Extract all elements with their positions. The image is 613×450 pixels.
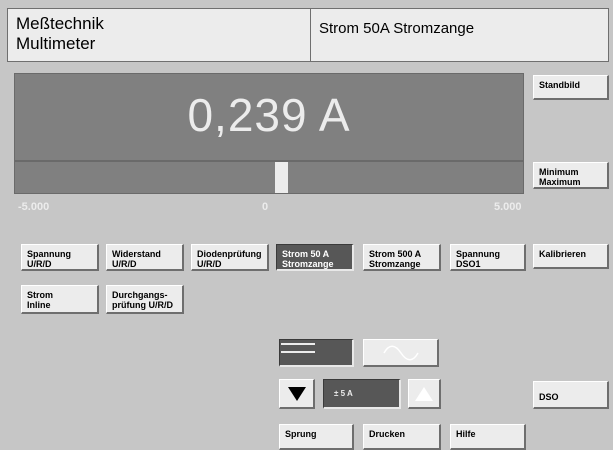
triangle-up-icon: [415, 386, 433, 401]
mode-strom-500a-button[interactable]: Strom 500 A Stromzange: [363, 244, 441, 271]
bar-graph-indicator: [275, 162, 288, 193]
mode-label-2: DSO1: [456, 259, 481, 269]
minmax-label-1: Minimum: [539, 167, 579, 177]
bar-graph: [14, 161, 524, 194]
minmax-label-2: Maximum: [539, 177, 581, 187]
sprung-label: Sprung: [285, 429, 317, 439]
dso-button[interactable]: DSO: [533, 381, 609, 409]
dso-label: DSO: [539, 392, 559, 402]
app-title: Meßtechnik Multimeter: [7, 8, 311, 62]
standbild-label: Standbild: [539, 80, 580, 90]
mode-label-1: Spannung: [456, 249, 500, 259]
mode-label-1: Spannung: [27, 249, 71, 259]
range-value: ± 5 A: [334, 389, 353, 398]
mode-label-2: U/R/D: [27, 259, 52, 269]
mode-diodenpruefung-button[interactable]: Diodenprüfung U/R/D: [191, 244, 269, 271]
app-title-line2: Multimeter: [16, 34, 96, 53]
mode-strom-inline-button[interactable]: Strom Inline: [21, 285, 99, 314]
minimum-maximum-button[interactable]: Minimum Maximum: [533, 162, 609, 189]
mode-label-2: Inline: [27, 300, 51, 310]
mode-label-1: Widerstand: [112, 249, 161, 259]
app-title-line1: Meßtechnik: [16, 14, 104, 33]
standbild-button[interactable]: Standbild: [533, 75, 609, 100]
scale-zero-label: 0: [262, 201, 269, 213]
mode-label-2: Stromzange: [369, 259, 421, 269]
range-up-button[interactable]: [408, 379, 441, 409]
sprung-button[interactable]: Sprung: [279, 424, 354, 450]
drucken-label: Drucken: [369, 429, 406, 439]
scale-max-label: 5.000: [494, 201, 522, 213]
measurement-reading: 0,239 A: [187, 89, 351, 141]
mode-widerstand-button[interactable]: Widerstand U/R/D: [106, 244, 184, 271]
kalibrieren-label: Kalibrieren: [539, 249, 587, 259]
mode-label-1: Strom 500 A: [369, 249, 422, 259]
mode-label-1: Durchgangs-: [112, 290, 168, 300]
mode-spannung-urd-button[interactable]: Spannung U/R/D: [21, 244, 99, 271]
mode-label-1: Diodenprüfung: [197, 249, 262, 259]
sine-wave-icon: [382, 345, 419, 360]
hilfe-button[interactable]: Hilfe: [450, 424, 526, 450]
range-down-button[interactable]: [279, 379, 315, 409]
mode-label-2: U/R/D: [112, 259, 137, 269]
mode-label-2: U/R/D: [197, 259, 222, 269]
triangle-down-icon: [287, 386, 306, 401]
dc-lines-icon: [281, 343, 315, 353]
hilfe-label: Hilfe: [456, 429, 476, 439]
mode-spannung-dso1-button[interactable]: Spannung DSO1: [450, 244, 526, 271]
mode-label-1: Strom 50 A: [282, 249, 330, 259]
mode-strom-50a-button[interactable]: Strom 50 A Stromzange: [276, 244, 354, 271]
mode-title: Strom 50A Stromzange: [311, 8, 609, 62]
ac-button[interactable]: [363, 339, 439, 367]
mode-label-2: Stromzange: [282, 259, 334, 269]
drucken-button[interactable]: Drucken: [363, 424, 441, 450]
range-display: ± 5 A: [323, 379, 401, 409]
kalibrieren-button[interactable]: Kalibrieren: [533, 244, 609, 269]
mode-durchgangspruefung-button[interactable]: Durchgangs- prüfung U/R/D: [106, 285, 184, 314]
mode-title-text: Strom 50A Stromzange: [319, 20, 475, 37]
mode-label-1: Strom: [27, 290, 54, 300]
mode-label-2: prüfung U/R/D: [112, 300, 173, 310]
scale-min-label: -5.000: [18, 201, 50, 213]
dc-button[interactable]: [279, 339, 354, 367]
